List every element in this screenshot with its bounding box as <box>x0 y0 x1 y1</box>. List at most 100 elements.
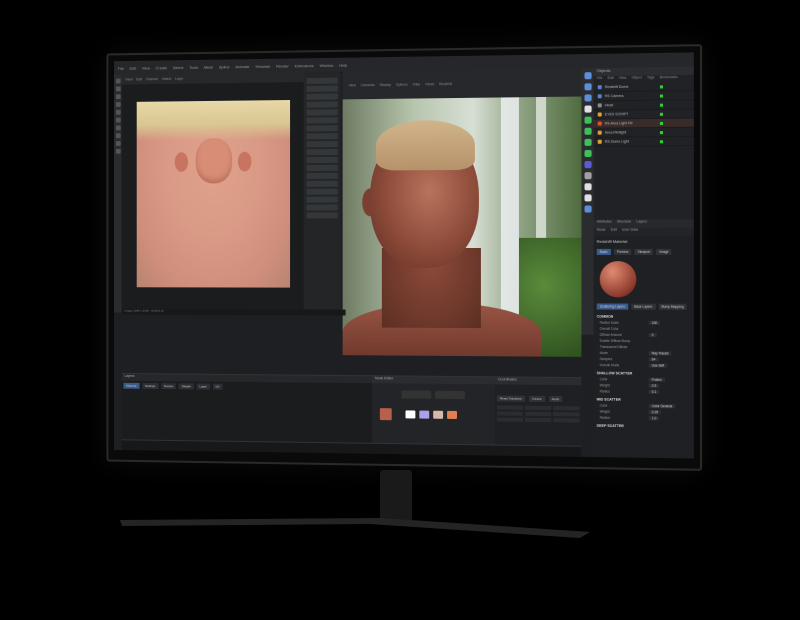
objects-menu-item[interactable]: Tags <box>647 75 655 82</box>
tool-icon[interactable] <box>115 125 121 131</box>
attributes-menu-item[interactable]: User Data <box>622 228 638 236</box>
viewport-menu-item[interactable]: View <box>349 83 356 87</box>
menu-item[interactable]: Help <box>339 62 347 67</box>
tool-icon[interactable] <box>584 194 592 202</box>
texture-menu-item[interactable]: Layer <box>175 77 183 81</box>
property-value[interactable]: 0 <box>648 333 657 338</box>
coordinates-button[interactable]: Reset Transform <box>496 395 526 402</box>
menu-item[interactable]: View <box>142 65 150 70</box>
layer-slot[interactable] <box>306 204 338 211</box>
coord-field[interactable] <box>496 411 523 416</box>
visibility-check-icon[interactable] <box>659 112 664 116</box>
object-row[interactable]: RS Dome Light <box>593 136 694 147</box>
material-subtab[interactable]: Preview <box>613 248 632 255</box>
menu-item[interactable]: Edit <box>130 65 137 70</box>
scatter-layer-tab[interactable]: Bump Mapping <box>658 303 687 310</box>
visibility-check-icon[interactable] <box>659 103 664 107</box>
layer-slot[interactable] <box>306 85 338 92</box>
visibility-check-icon[interactable] <box>659 130 664 134</box>
objects-menu-item[interactable]: Object <box>632 76 642 83</box>
menu-item[interactable]: Create <box>156 65 167 70</box>
coord-field[interactable] <box>553 412 580 417</box>
scatter-layer-tab[interactable]: Scattering Layers <box>596 303 629 310</box>
layer-slot[interactable] <box>306 77 338 84</box>
property-value[interactable]: Ray Traced <box>648 351 672 356</box>
layers-tab[interactable]: UV <box>212 383 223 390</box>
property-value[interactable]: Color General <box>648 404 676 409</box>
layers-tab[interactable]: Texture <box>160 383 177 390</box>
tool-icon[interactable] <box>115 78 121 84</box>
viewport-menu-item[interactable]: Cameras <box>361 83 375 87</box>
tool-icon[interactable] <box>115 86 121 92</box>
coord-field[interactable] <box>496 417 523 422</box>
property-value[interactable]: 0.1 <box>648 389 660 395</box>
tool-icon[interactable] <box>115 117 121 123</box>
node[interactable] <box>419 410 430 419</box>
objects-menu-item[interactable]: View <box>619 76 627 83</box>
tool-icon[interactable] <box>115 133 121 139</box>
layers-tab[interactable]: Layer <box>196 383 210 390</box>
property-value[interactable]: Use Self <box>648 363 668 368</box>
render-viewport[interactable] <box>342 96 582 357</box>
layer-slot[interactable] <box>306 133 338 140</box>
layer-slot[interactable] <box>306 93 338 100</box>
property-value[interactable]: 100 <box>648 320 661 326</box>
material-subtab[interactable]: Basic <box>596 248 611 255</box>
coordinates-button[interactable]: Apply <box>548 395 563 403</box>
attributes-tab[interactable]: Attributes <box>597 220 612 228</box>
visibility-check-icon[interactable] <box>659 94 664 98</box>
menu-item[interactable]: Window <box>320 62 334 67</box>
menu-item[interactable]: Spline <box>219 64 230 69</box>
material-node-thumb[interactable] <box>379 408 392 421</box>
coord-field[interactable] <box>524 405 552 411</box>
tool-icon[interactable] <box>584 149 592 158</box>
section-title[interactable]: DEEP SCATTER <box>594 421 694 430</box>
tool-icon[interactable] <box>115 102 121 107</box>
tool-icon[interactable] <box>584 127 592 135</box>
tool-icon[interactable] <box>584 172 592 180</box>
property-value[interactable]: 64 <box>648 357 659 362</box>
material-subtab[interactable]: Image <box>656 248 672 255</box>
layer-slot[interactable] <box>306 156 338 164</box>
texture-menu-item[interactable]: Channel <box>146 77 158 81</box>
coordinates-button[interactable]: Freeze <box>529 395 545 402</box>
visibility-check-icon[interactable] <box>659 84 664 88</box>
menu-item[interactable]: Simulate <box>255 63 270 68</box>
menu-item[interactable]: Mesh <box>204 64 213 69</box>
attributes-menu-item[interactable]: Mode <box>597 228 606 236</box>
node[interactable] <box>447 410 458 419</box>
viewport-menu-item[interactable]: Panel <box>425 82 434 86</box>
layer-slot[interactable] <box>306 196 338 203</box>
viewport-menu-item[interactable]: Display <box>380 83 391 87</box>
tool-icon[interactable] <box>584 105 592 113</box>
property-value[interactable]: 0.25 <box>648 410 662 415</box>
visibility-check-icon[interactable] <box>659 121 664 125</box>
objects-menu-item[interactable]: Bookmarks <box>660 75 678 82</box>
viewport-menu-item[interactable]: Options <box>396 83 408 87</box>
layer-slot[interactable] <box>306 125 338 132</box>
layer-slot[interactable] <box>306 188 338 195</box>
tool-icon[interactable] <box>115 94 121 100</box>
layer-slot[interactable] <box>306 117 338 124</box>
layer-slot[interactable] <box>306 148 338 156</box>
tool-icon[interactable] <box>584 116 592 124</box>
tool-icon[interactable] <box>115 109 121 115</box>
tool-icon[interactable] <box>584 72 592 80</box>
layer-slot[interactable] <box>306 141 338 148</box>
node-editor[interactable]: Node Editor <box>372 375 495 446</box>
tool-icon[interactable] <box>115 141 121 146</box>
layer-slot[interactable] <box>306 101 338 108</box>
scatter-layer-tab[interactable]: Base Layers <box>631 303 656 310</box>
menu-item[interactable]: Extensions <box>295 63 314 68</box>
layer-slot[interactable] <box>306 164 338 171</box>
coord-field[interactable] <box>524 417 552 423</box>
uv-texture-map[interactable] <box>136 100 291 288</box>
menu-item[interactable]: Animate <box>235 64 249 69</box>
material-subtab[interactable]: Viewport <box>634 248 654 255</box>
viewport-menu-item[interactable]: Redshift <box>439 82 452 86</box>
menu-item[interactable]: File <box>118 65 124 70</box>
property-value[interactable]: 0.5 <box>648 383 660 388</box>
attributes-menu-item[interactable]: Edit <box>611 228 617 236</box>
menu-item[interactable]: Render <box>276 63 289 68</box>
tool-icon[interactable] <box>584 94 592 102</box>
